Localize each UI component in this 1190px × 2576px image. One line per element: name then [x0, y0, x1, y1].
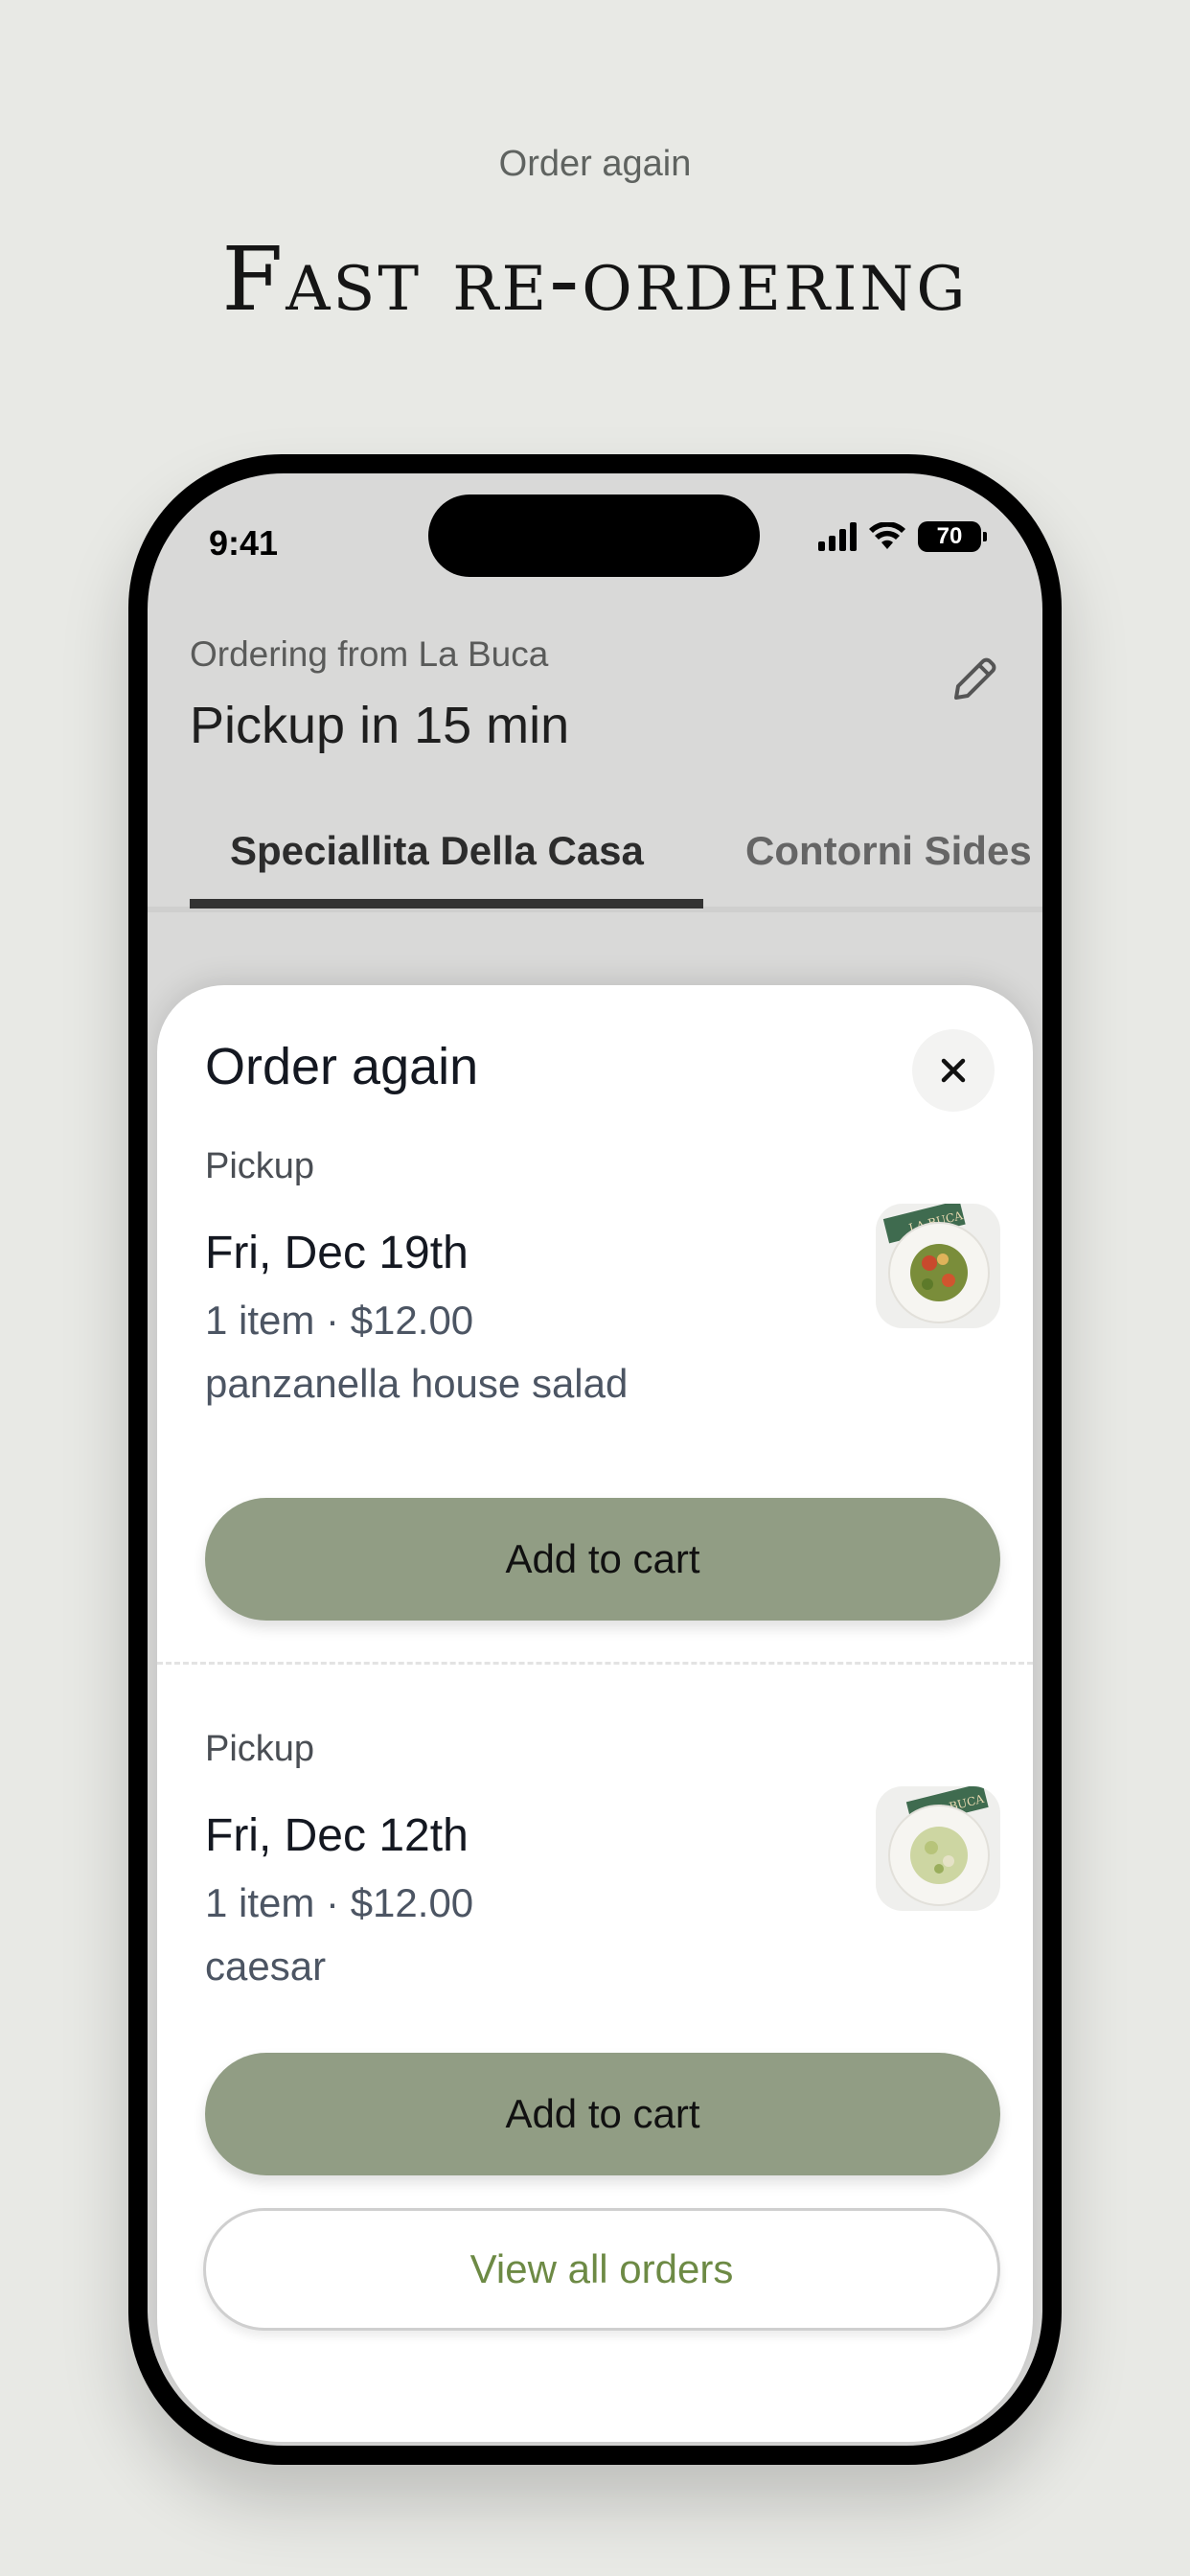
pickup-time: Pickup in 15 min — [190, 697, 570, 754]
order-date: Fri, Dec 19th — [205, 1228, 469, 1278]
order-items: panzanella house salad — [205, 1361, 629, 1406]
add-to-cart-button[interactable]: Add to cart — [205, 2053, 1000, 2175]
active-tab-indicator — [190, 899, 703, 908]
order-divider — [157, 1662, 1033, 1665]
order-thumbnail: LA BUCA — [876, 1204, 1000, 1328]
tab-contorni-sides[interactable]: Contorni Sides — [745, 828, 1032, 874]
order-date: Fri, Dec 12th — [205, 1810, 469, 1861]
order-summary: 1 item · $12.00 — [205, 1880, 474, 1925]
tab-speciallita-della-casa[interactable]: Speciallita Della Casa — [230, 828, 644, 874]
hero-eyebrow: Order again — [498, 144, 692, 184]
wifi-icon — [869, 522, 905, 549]
battery-icon: 70 — [918, 521, 987, 552]
order-items: caesar — [205, 1944, 327, 1989]
close-icon — [941, 1058, 966, 1083]
view-all-orders-button[interactable]: View all orders — [203, 2208, 1000, 2331]
sheet-title: Order again — [205, 1038, 479, 1095]
phone-screen: 9:41 70 Ordering from La Buca Pickup in … — [148, 473, 1042, 2446]
dynamic-island — [428, 494, 760, 577]
phone-frame: 9:41 70 Ordering from La Buca Pickup in … — [128, 454, 1062, 2465]
cellular-signal-icon — [818, 522, 857, 551]
hero-headline: Fast re-ordering — [221, 228, 969, 331]
order-again-sheet: Order again Pickup Fri, Dec 19th 1 item … — [157, 985, 1033, 2442]
add-to-cart-button[interactable]: Add to cart — [205, 1498, 1000, 1621]
status-indicators: 70 — [818, 521, 987, 552]
status-time: 9:41 — [209, 523, 279, 563]
order-type: Pickup — [205, 1729, 315, 1769]
category-tabs: Speciallita Della Casa Contorni Sides — [148, 799, 1042, 912]
pencil-icon[interactable] — [943, 650, 1004, 711]
order-type: Pickup — [205, 1146, 315, 1186]
order-card: Pickup Fri, Dec 19th 1 item · $12.00 pan… — [205, 1146, 1000, 1625]
order-card: Pickup Fri, Dec 12th 1 item · $12.00 cae… — [205, 1729, 1000, 2179]
close-button[interactable] — [912, 1029, 995, 1112]
order-thumbnail: LA BUCA — [876, 1786, 1000, 1911]
ordering-from-label: Ordering from La Buca — [190, 634, 549, 674]
order-summary: 1 item · $12.00 — [205, 1298, 474, 1343]
